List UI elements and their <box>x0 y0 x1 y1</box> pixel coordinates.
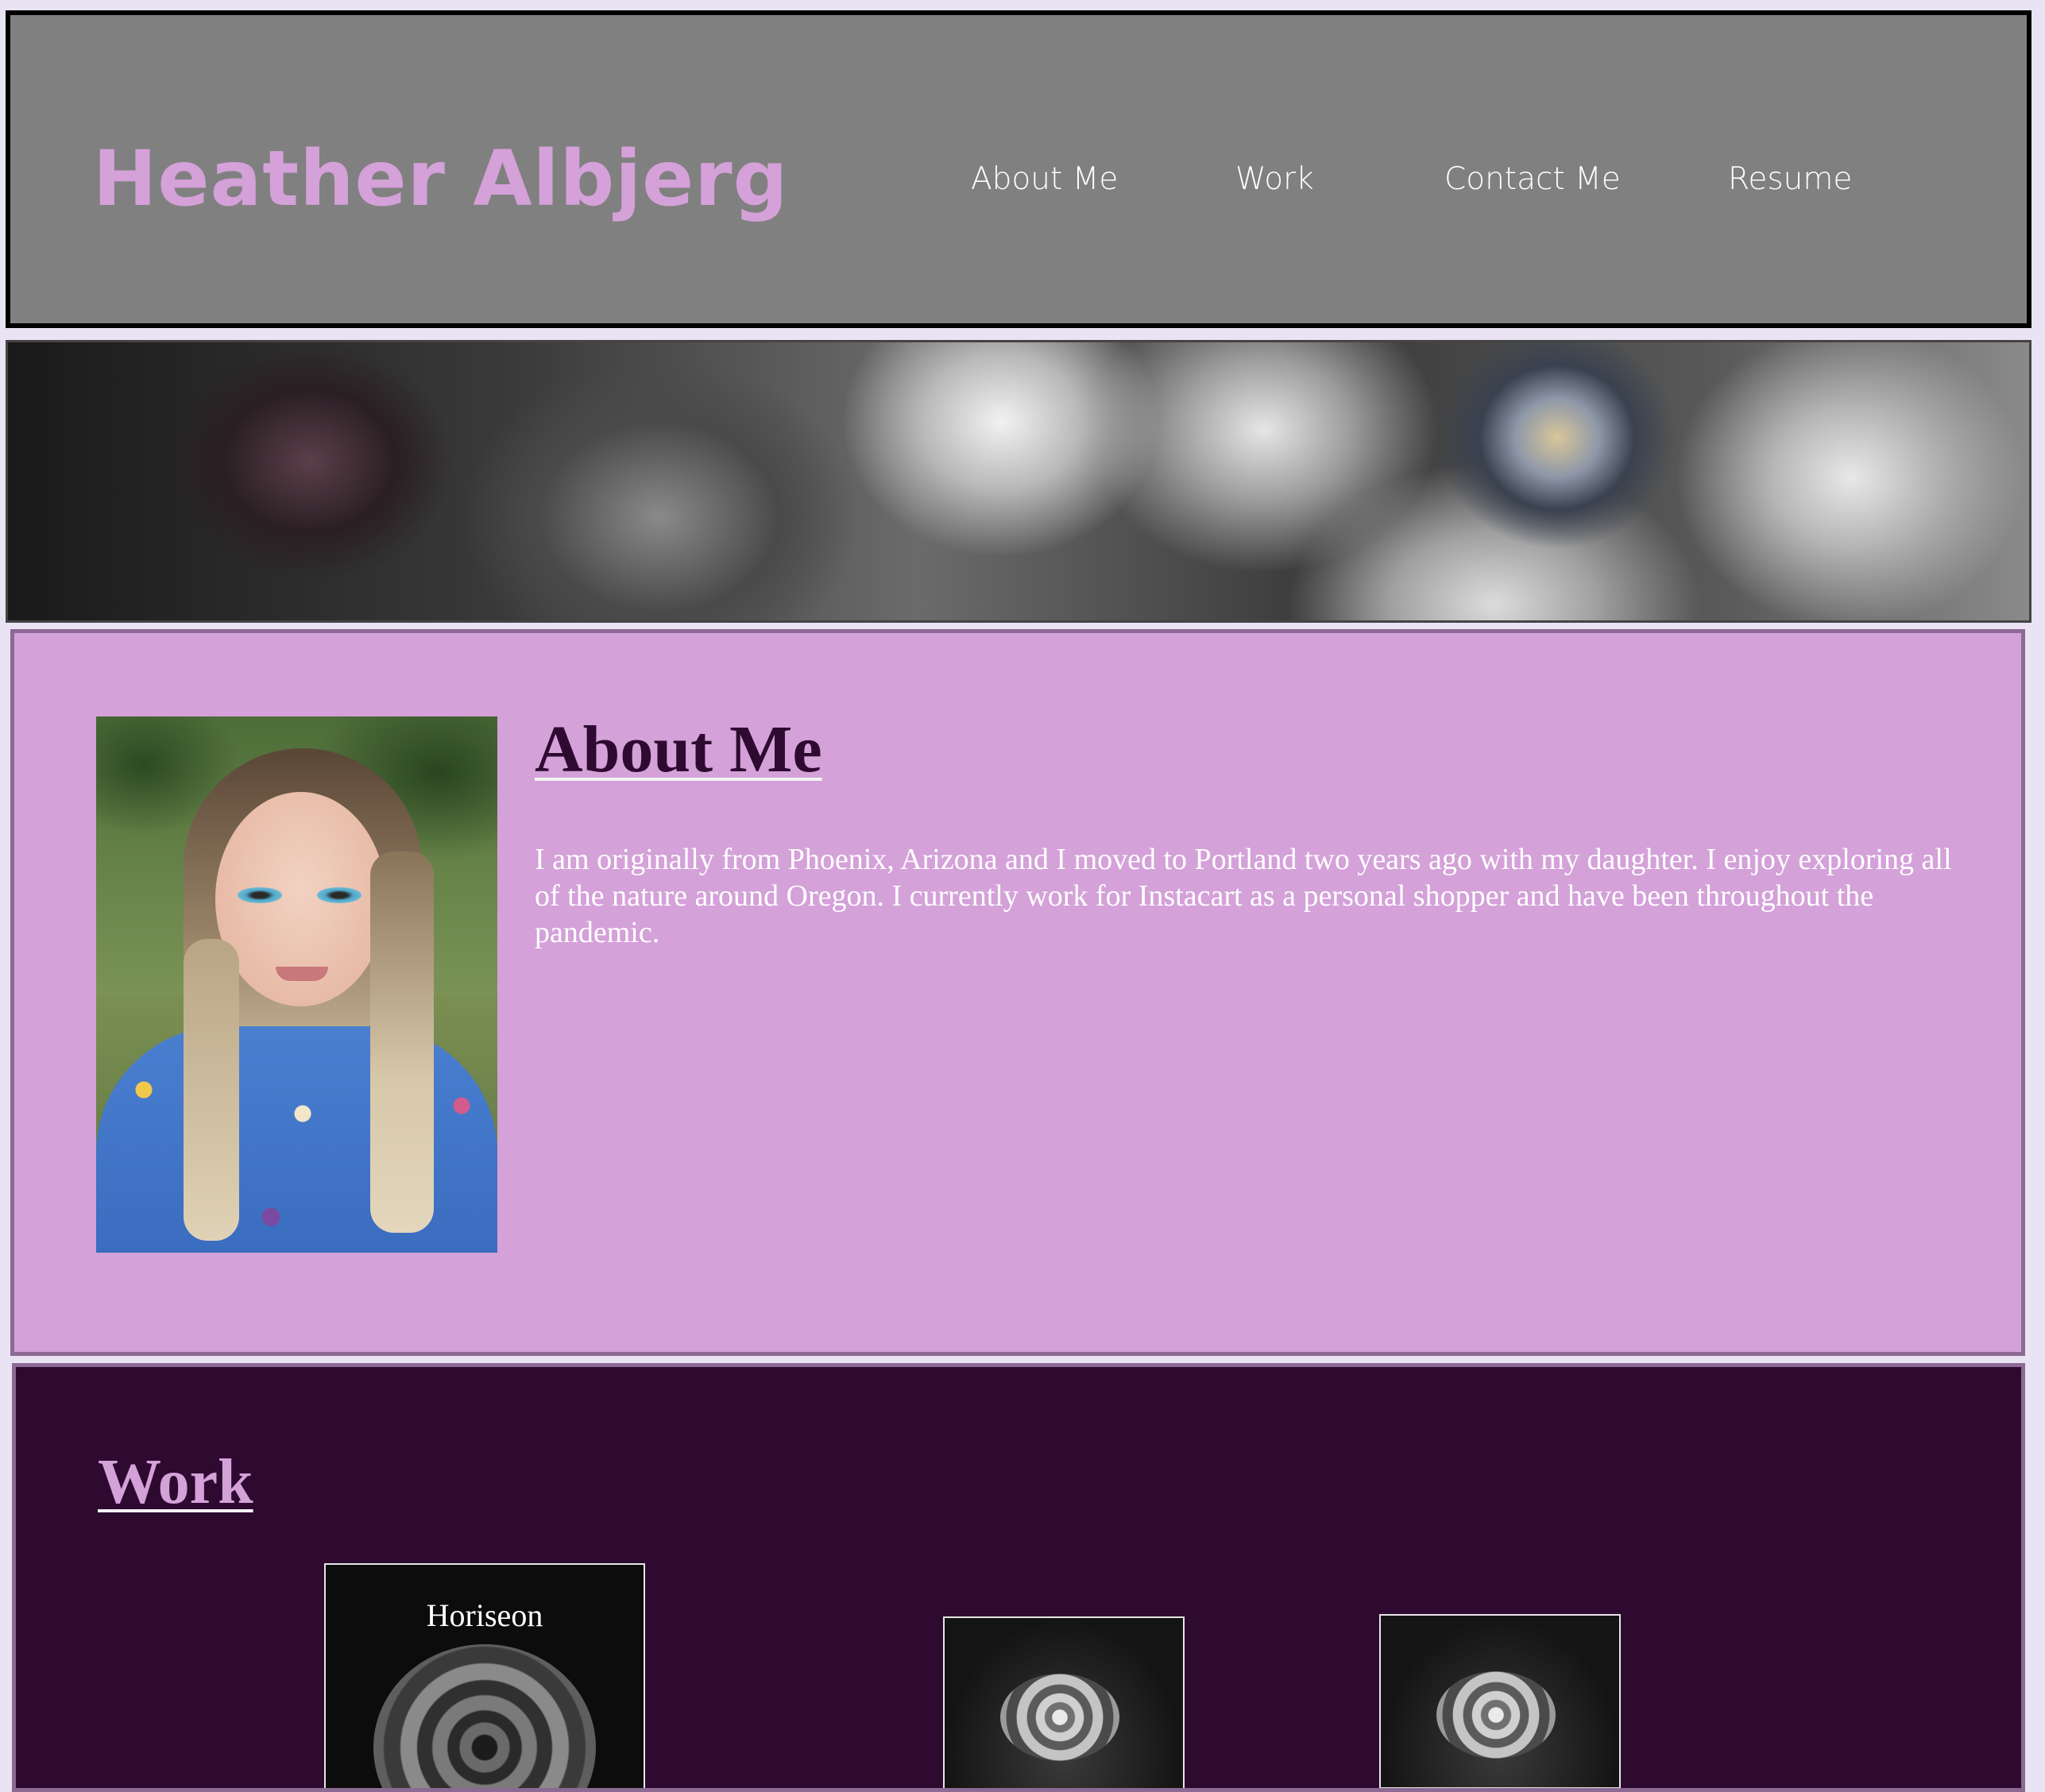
rose-image <box>1436 1671 1556 1759</box>
nav-link-resume[interactable]: Resume <box>1728 161 1852 197</box>
project-card[interactable] <box>943 1616 1185 1788</box>
rose-image <box>1000 1674 1119 1761</box>
site-title: Heather Albjerg <box>93 134 789 223</box>
project-card[interactable] <box>1379 1614 1621 1788</box>
project-card-label: Horiseon <box>426 1597 543 1633</box>
work-section: Work Horiseon <box>12 1363 2025 1792</box>
work-heading: Work <box>98 1447 253 1517</box>
profile-photo <box>96 716 497 1253</box>
about-me-paragraph: I am originally from Phoenix, Arizona an… <box>535 843 1952 949</box>
rose-image <box>373 1644 596 1788</box>
site-header: Heather Albjerg About Me Work Contact Me… <box>6 10 2031 328</box>
project-card-horiseon[interactable]: Horiseon <box>324 1563 645 1788</box>
nav-link-contact-me[interactable]: Contact Me <box>1444 161 1621 197</box>
nav-link-about-me[interactable]: About Me <box>971 161 1118 197</box>
hero-floral-banner-image <box>6 340 2031 623</box>
nav-link-work[interactable]: Work <box>1235 161 1314 197</box>
about-me-section: About Me I am originally from Phoenix, A… <box>10 629 2025 1356</box>
about-me-heading: About Me <box>535 713 822 786</box>
